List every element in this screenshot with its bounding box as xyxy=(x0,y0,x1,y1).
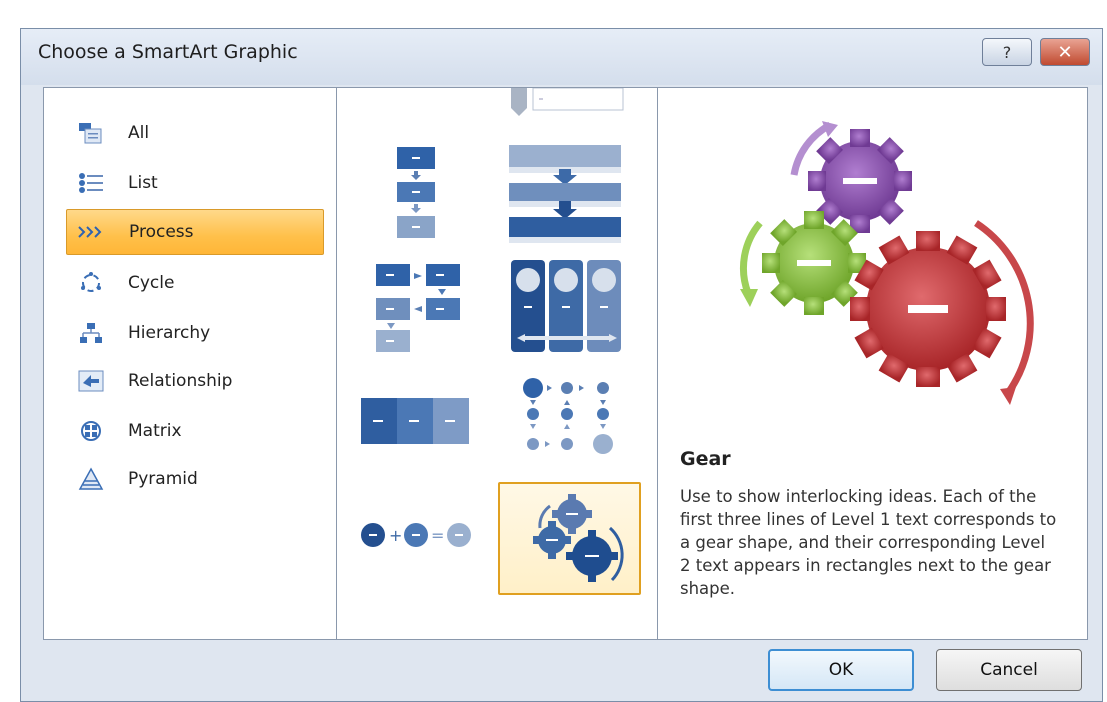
category-label: List xyxy=(128,173,158,193)
cycle-icon xyxy=(74,271,108,295)
ok-button[interactable]: OK xyxy=(768,649,914,691)
category-item-process[interactable]: Process xyxy=(66,209,324,255)
category-item-all[interactable]: All xyxy=(66,110,324,156)
snake-process-icon xyxy=(376,264,460,352)
svg-text:+: + xyxy=(389,526,402,545)
category-item-relationship[interactable]: Relationship xyxy=(66,358,324,404)
category-label: All xyxy=(128,123,150,143)
category-label: Matrix xyxy=(128,421,182,441)
circle-accent-columns-icon xyxy=(511,260,621,352)
category-item-matrix[interactable]: Matrix xyxy=(66,408,324,454)
dialog-title: Choose a SmartArt Graphic xyxy=(38,41,298,63)
layout-vertical-chevron-list[interactable] xyxy=(507,88,627,118)
cancel-button[interactable]: Cancel xyxy=(936,649,1082,691)
layout-vertical-arrow-bands[interactable] xyxy=(507,143,625,243)
category-label: Process xyxy=(129,222,194,242)
preview-panel: Gear Use to show interlocking ideas. Eac… xyxy=(658,88,1087,639)
gear-preview-image xyxy=(739,121,1034,405)
basic-timeline-bars-icon xyxy=(361,398,469,444)
preview-description: Use to show interlocking ideas. Each of … xyxy=(680,487,1057,598)
category-item-hierarchy[interactable]: Hierarchy xyxy=(66,310,324,356)
list-icon xyxy=(74,171,108,195)
hierarchy-icon xyxy=(74,321,108,345)
circle-flow-grid-icon xyxy=(523,378,613,454)
process-icon xyxy=(75,224,109,240)
category-label: Cycle xyxy=(128,273,175,293)
category-list: All List Process Cycle Hierarchy Relatio… xyxy=(44,88,337,639)
category-item-cycle[interactable]: Cycle xyxy=(66,260,324,306)
category-item-list[interactable]: List xyxy=(66,160,324,206)
relationship-icon xyxy=(74,369,108,393)
pyramid-icon xyxy=(74,467,108,491)
content-area: All List Process Cycle Hierarchy Relatio… xyxy=(43,87,1088,640)
category-label: Hierarchy xyxy=(128,323,211,343)
category-label: Relationship xyxy=(128,371,233,391)
matrix-icon xyxy=(74,419,108,443)
layout-snake-process[interactable] xyxy=(372,260,467,355)
category-label: Pyramid xyxy=(128,469,198,489)
equation-icon: + = xyxy=(361,523,471,547)
gear-layout-icon xyxy=(533,494,624,582)
basic-vertical-process-icon xyxy=(397,147,435,238)
help-button[interactable]: ? xyxy=(982,38,1032,66)
all-icon xyxy=(74,121,108,145)
layout-gear[interactable] xyxy=(498,482,641,595)
svg-text:=: = xyxy=(431,526,444,545)
layout-basic-vertical-process[interactable] xyxy=(392,143,442,243)
vertical-arrow-bands-icon xyxy=(509,145,621,243)
vertical-chevron-list-icon xyxy=(511,88,624,116)
layout-equation[interactable]: + = xyxy=(359,518,477,552)
category-item-pyramid[interactable]: Pyramid xyxy=(66,456,324,502)
layout-basic-timeline-bars[interactable] xyxy=(359,396,471,448)
smartart-dialog: Choose a SmartArt Graphic ? ✕ All List P… xyxy=(0,0,1107,702)
layout-circle-accent-columns[interactable] xyxy=(509,258,624,358)
preview-title: Gear xyxy=(680,448,731,470)
layout-gallery: + = xyxy=(337,88,658,639)
close-button[interactable]: ✕ xyxy=(1040,38,1090,66)
layout-circle-flow-grid[interactable] xyxy=(521,378,617,468)
